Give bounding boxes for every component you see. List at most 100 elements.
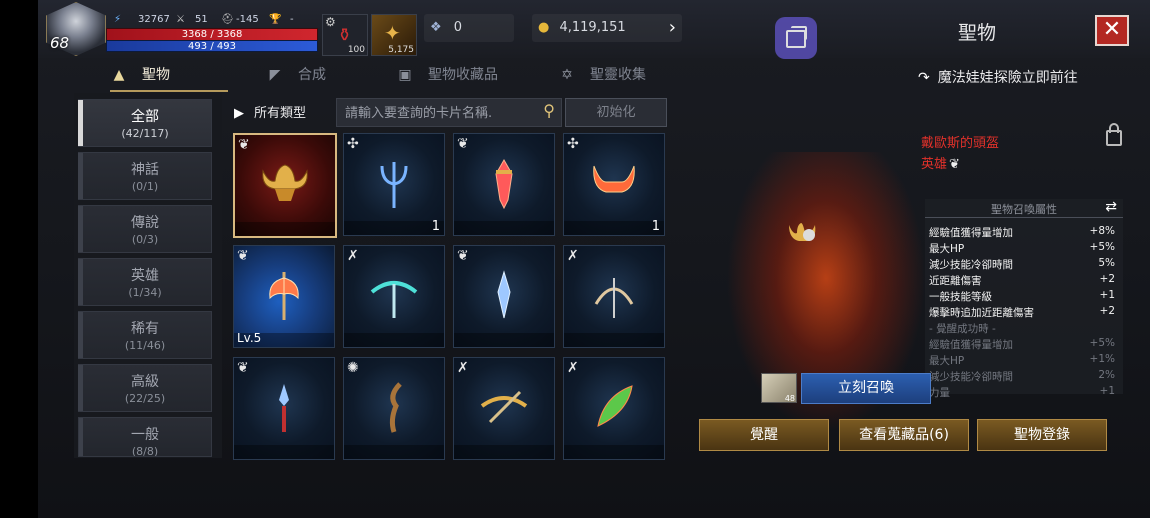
relic-card[interactable]: ❦ — [233, 133, 337, 238]
relic-card[interactable]: ✗ — [563, 245, 665, 348]
search-icon[interactable]: ⚲ — [543, 101, 555, 120]
hero-rank-icon: ❦ — [457, 248, 469, 264]
relic-detail-panel: 戴歐斯的頭盔 英雄 ❦ 聖物召喚屬性 ⇄ 經驗值獲得量增加 +8% 最大HP +5% … — [691, 92, 1131, 462]
chevron-right-icon[interactable]: › — [669, 14, 676, 42]
attribute-row: 經驗值獲得量增加 +8% — [929, 225, 1115, 240]
gold-currency: ● 4,119,151 › — [532, 14, 682, 42]
adventure-link[interactable]: ↷ 魔法娃娃探險立即前往 — [918, 67, 1078, 87]
spear-icon — [497, 270, 511, 319]
tab-relic-label: 聖物 — [142, 67, 170, 83]
summon-scroll-count: 48 — [784, 394, 795, 403]
relic-screen: 68 ⚡ 32767 ⚔ 51 ⛑ -145 🏆 - 3368 / 3368 4… — [38, 0, 1150, 518]
reset-button[interactable]: 初始化 — [565, 98, 667, 127]
category-hero[interactable]: 英雄 (1/34) — [78, 258, 212, 306]
category-count: (22/25) — [124, 392, 166, 405]
potion-slot[interactable]: ⚙ ⚱ 100 — [322, 14, 368, 56]
awaken-attribute-row: 減少技能冷卻時間 2% — [929, 369, 1115, 384]
category-count: (8/8) — [131, 445, 159, 457]
flame-dagger-icon — [495, 158, 513, 210]
lock-icon[interactable] — [1106, 123, 1122, 146]
card-footer — [564, 221, 664, 235]
curved-arrow-icon: ↷ — [918, 70, 930, 86]
fire-horns-icon — [593, 165, 635, 193]
attribute-value: 2% — [1098, 369, 1115, 381]
scroll-slot[interactable]: ✦ 5,175 — [371, 14, 417, 56]
view-collection-button[interactable]: 查看蒐藏品(6) — [839, 419, 969, 451]
tab-relic[interactable]: ▲ 聖物 — [110, 62, 228, 92]
gear-icon: ⚙ — [325, 15, 336, 29]
tab-spirit-collection-label: 聖靈收集 — [590, 67, 646, 83]
summon-scroll-icon: 48 — [761, 373, 797, 403]
category-indicator — [78, 365, 83, 411]
category-count: (0/3) — [131, 233, 159, 246]
card-footer — [235, 222, 335, 236]
swap-arrows-icon[interactable]: ⇄ — [1105, 199, 1117, 215]
hat-icon: ▲ — [113, 67, 125, 83]
search-input[interactable] — [343, 102, 527, 124]
relic-card[interactable]: ✗ — [453, 357, 555, 460]
summon-now-button[interactable]: 立刻召喚 — [801, 373, 931, 404]
attribute-value: 5% — [1098, 257, 1115, 269]
gold-coin-icon: ● — [538, 20, 550, 35]
category-label: 傳說 — [131, 215, 159, 231]
scroll-icon: ✦ — [384, 21, 401, 45]
register-relic-button[interactable]: 聖物登錄 — [977, 419, 1107, 451]
relic-card[interactable]: ❦ Lv.5 — [233, 245, 335, 348]
card-footer — [564, 333, 664, 347]
scroll-count: 5,175 — [388, 45, 414, 55]
category-normal[interactable]: 一般 (8/8) — [78, 417, 212, 457]
relic-card[interactable]: ✗ — [563, 357, 665, 460]
category-rare[interactable]: 稀有 (11/46) — [78, 311, 212, 359]
feather-icon — [597, 385, 633, 427]
relic-card[interactable]: ❦ — [453, 133, 555, 236]
card-footer — [564, 445, 664, 459]
horned-helmet-icon — [262, 164, 308, 201]
attribute-value: +5% — [1089, 241, 1115, 253]
close-button[interactable]: ✕ — [1095, 15, 1129, 46]
tab-spirit-collection[interactable]: ✡ 聖靈收集 — [558, 62, 678, 90]
mp-text: 493 / 493 — [188, 41, 236, 52]
trident-icon — [380, 162, 408, 208]
relic-card[interactable]: ✗ — [343, 245, 445, 348]
category-label: 一般 — [131, 427, 159, 443]
tab-synthesis[interactable]: ◤ 合成 — [266, 62, 366, 90]
card-level: Lv.5 — [237, 331, 262, 345]
floating-window-button[interactable] — [775, 17, 817, 59]
attribute-value: +2 — [1099, 305, 1115, 317]
attribute-name: 一般技能等級 — [929, 291, 992, 303]
summon-attributes: 聖物召喚屬性 ⇄ 經驗值獲得量增加 +8% 最大HP +5% 減少技能冷卻時間 5% … — [925, 199, 1123, 399]
relic-card[interactable]: ✺ — [343, 357, 445, 460]
hero-rank-icon: ❦ — [237, 248, 249, 264]
relic-card[interactable]: ✣ 1 — [563, 133, 665, 236]
relic-rarity: 英雄 ❦ — [921, 153, 960, 172]
trophy-value: - — [290, 14, 294, 25]
mp-bar: 493 / 493 — [106, 40, 318, 52]
awaken-attribute-row: 經驗值獲得量增加 +5% — [929, 337, 1115, 352]
category-count: (1/34) — [128, 286, 162, 299]
attribute-value: +1 — [1099, 385, 1115, 397]
relic-card[interactable]: ❦ — [453, 245, 555, 348]
card-quantity: 1 — [431, 219, 440, 234]
category-mythic[interactable]: 神話 (0/1) — [78, 152, 212, 200]
awaken-attribute-row: 最大HP +1% — [929, 353, 1115, 368]
relic-card[interactable]: ❦ — [233, 357, 335, 460]
battle-axe-icon — [269, 272, 299, 320]
defense-value: -145 — [236, 14, 259, 25]
category-indicator — [78, 153, 83, 199]
attribute-name: 減少技能冷卻時間 — [929, 259, 1013, 271]
card-quantity: 1 — [651, 219, 660, 234]
attribute-row: 一般技能等級 +1 — [929, 289, 1115, 304]
awaken-header: - 覺醒成功時 - — [929, 323, 996, 335]
attribute-row: 最大HP +5% — [929, 241, 1115, 256]
type-filter[interactable]: ▶ 所有類型 — [234, 102, 306, 121]
attribute-name: 經驗值獲得量增加 — [929, 339, 1013, 351]
relic-card[interactable]: ✣ 1 — [343, 133, 445, 236]
category-all[interactable]: 全部 (42/117) — [78, 99, 212, 147]
awaken-button[interactable]: 覺醒 — [699, 419, 829, 451]
hero-rank-icon: ❦ — [238, 137, 250, 153]
category-legend[interactable]: 傳說 (0/3) — [78, 205, 212, 253]
category-indicator — [78, 206, 83, 252]
tab-relic-collection[interactable]: ▣ 聖物收藏品 — [396, 62, 526, 90]
card-footer — [344, 333, 444, 347]
category-advanced[interactable]: 高級 (22/25) — [78, 364, 212, 412]
